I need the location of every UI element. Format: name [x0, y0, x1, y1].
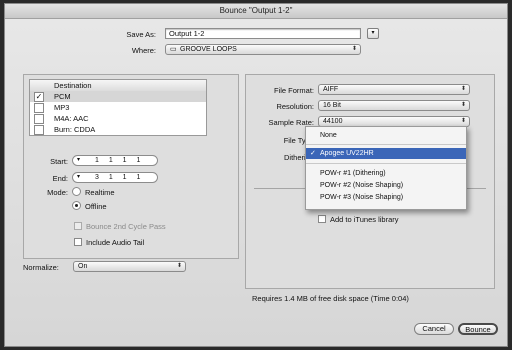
stepper-arrows-icon[interactable]: ▾: [77, 173, 80, 182]
destination-header-label: Destination: [54, 81, 92, 90]
burn-checkbox[interactable]: [34, 125, 44, 135]
start-value: 1 1 1 1: [95, 157, 145, 164]
menu-separator: [306, 144, 466, 145]
normalize-label: Normalize:: [23, 263, 59, 272]
row-label: MP3: [54, 103, 70, 112]
normalize-value: On: [78, 263, 88, 270]
stepper-arrows-icon[interactable]: ▾: [77, 156, 80, 165]
row-label: PCM: [54, 92, 71, 101]
folder-icon: ▭: [170, 46, 177, 53]
include-audio-tail-label: Include Audio Tail: [86, 238, 145, 247]
start-label: Start:: [50, 157, 68, 166]
mode-label: Mode:: [47, 188, 68, 197]
save-as-label: Save As:: [126, 30, 156, 39]
mp3-checkbox[interactable]: [34, 103, 44, 113]
menu-item-none[interactable]: None: [306, 130, 466, 141]
file-format-popup[interactable]: AIFF ⬍: [318, 84, 470, 95]
menu-item-powr-1[interactable]: POW-r #1 (Dithering): [306, 168, 466, 179]
normalize-popup[interactable]: On ⬍: [73, 261, 186, 272]
end-position-field[interactable]: ▾ 3 1 1 1: [72, 172, 158, 183]
file-format-value: AIFF: [323, 86, 339, 93]
menu-item-powr-2[interactable]: POW-r #2 (Noise Shaping): [306, 180, 466, 191]
table-row[interactable]: Burn: CDDA: [30, 124, 206, 135]
where-value: GROOVE LOOPS: [180, 46, 237, 53]
bounce-2nd-cycle-checkbox[interactable]: [74, 222, 82, 230]
m4a-checkbox[interactable]: [34, 114, 44, 124]
updown-arrows-icon: ⬍: [351, 46, 357, 52]
updown-arrows-icon: ⬍: [460, 118, 466, 124]
resolution-label: Resolution:: [276, 102, 314, 111]
offline-radio[interactable]: [72, 201, 81, 210]
pcm-checkbox[interactable]: ✓: [34, 92, 44, 102]
dialog-title: Bounce "Output 1-2": [5, 4, 507, 19]
realtime-radio[interactable]: [72, 187, 81, 196]
where-popup[interactable]: ▭ GROOVE LOOPS ⬍: [165, 44, 361, 55]
sample-rate-value: 44100: [323, 118, 343, 125]
dithering-menu: None ✓ Apogee UV22HR POW-r #1 (Dithering…: [305, 126, 467, 210]
bounce-2nd-cycle-label: Bounce 2nd Cycle Pass: [86, 222, 166, 231]
updown-arrows-icon: ⬍: [176, 263, 182, 269]
start-position-field[interactable]: ▾ 1 1 1 1: [72, 155, 158, 166]
menu-item-apogee-uv22hr[interactable]: ✓ Apogee UV22HR: [306, 148, 466, 159]
include-audio-tail-checkbox[interactable]: [74, 238, 82, 246]
file-format-label: File Format:: [273, 86, 314, 95]
bounce-button[interactable]: Bounce: [458, 323, 498, 335]
resolution-value: 16 Bit: [323, 102, 341, 109]
offline-label: Offline: [85, 202, 107, 211]
disk-space-text: Requires 1.4 MB of free disk space (Time…: [252, 294, 409, 303]
expand-browser-button[interactable]: ▾: [367, 28, 379, 39]
where-label: Where:: [131, 46, 156, 55]
realtime-label: Realtime: [85, 188, 115, 197]
left-panel: Destination ✓ PCM MP3 M4A: AAC Burn: CDD…: [23, 74, 239, 259]
row-label: M4A: AAC: [54, 114, 89, 123]
add-to-itunes-label: Add to iTunes library: [330, 215, 399, 224]
menu-separator: [306, 163, 466, 164]
menu-item-label: Apogee UV22HR: [320, 150, 374, 157]
end-label: End:: [52, 174, 68, 183]
row-label: Burn: CDDA: [54, 125, 96, 134]
checkmark-icon: ✓: [310, 150, 316, 157]
cancel-button[interactable]: Cancel: [414, 323, 454, 335]
updown-arrows-icon: ⬍: [460, 102, 466, 108]
menu-item-powr-3[interactable]: POW-r #3 (Noise Shaping): [306, 192, 466, 203]
end-value: 3 1 1 1: [95, 174, 145, 181]
resolution-popup[interactable]: 16 Bit ⬍: [318, 100, 470, 111]
destination-table: Destination ✓ PCM MP3 M4A: AAC Burn: CDD…: [29, 79, 207, 136]
updown-arrows-icon: ⬍: [460, 86, 466, 92]
save-as-field[interactable]: Output 1-2: [165, 28, 361, 39]
add-to-itunes-checkbox[interactable]: [318, 215, 326, 223]
